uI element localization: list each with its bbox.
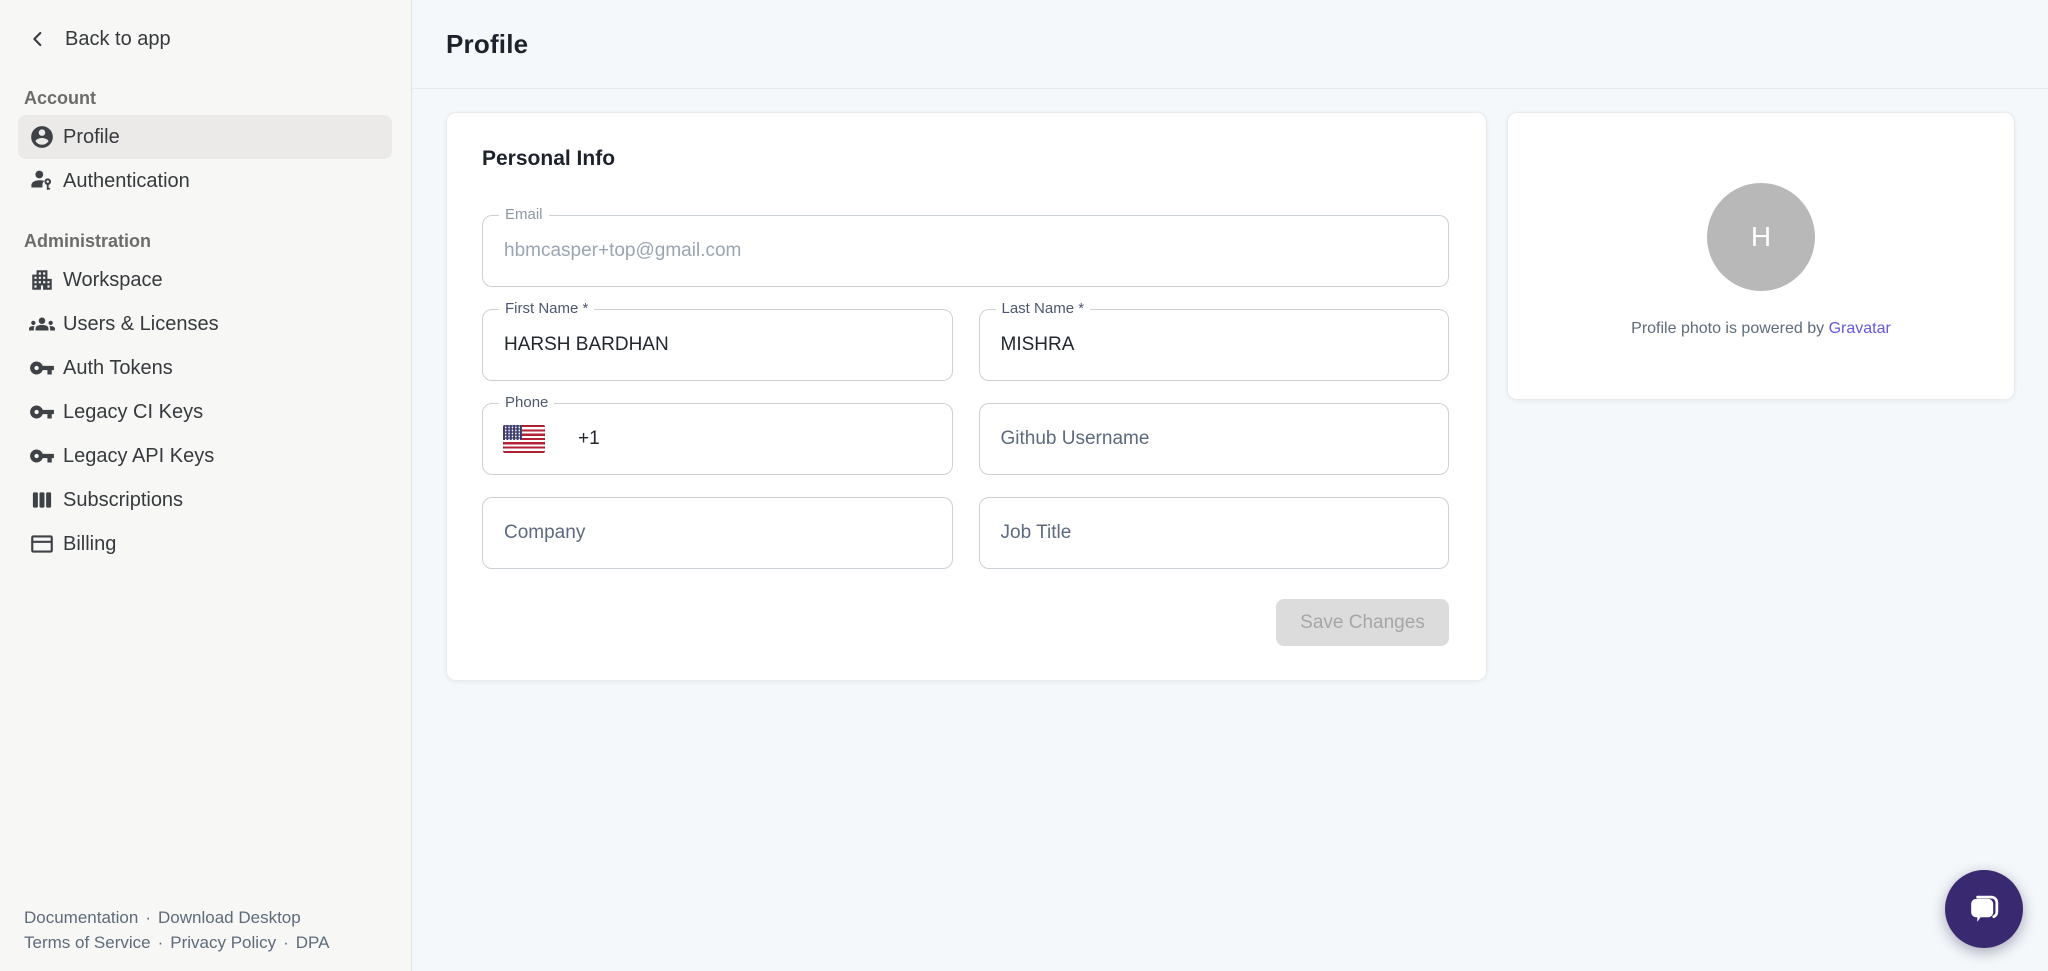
github-username-field[interactable] [979,403,1450,475]
page-header: Profile [412,0,2048,89]
back-to-app-button[interactable]: Back to app [0,24,411,54]
account-nav: Profile Authentication [0,115,411,203]
phone-field-container: Phone [482,403,953,475]
content-area: Personal Info Email First Name * Last Na… [412,89,2048,681]
github-username-field-container [979,403,1450,475]
company-field-container [482,497,953,569]
save-row: Save Changes [482,599,1449,646]
sidebar-item-label: Subscriptions [63,489,183,512]
key-icon [28,399,55,426]
chevron-left-icon [24,26,51,53]
administration-nav: Workspace Users & Licenses Auth Tokens L… [0,258,411,566]
sidebar-item-label: Legacy CI Keys [63,401,203,424]
passkey-icon [28,168,55,195]
sidebar-item-subscriptions[interactable]: Subscriptions [18,478,392,522]
footer-row-1: Documentation · Download Desktop [24,905,329,930]
app-window: Back to app Account Profile [0,0,2048,971]
download-desktop-link[interactable]: Download Desktop [158,908,301,927]
sidebar-item-label: Billing [63,533,116,556]
settings-sidebar: Back to app Account Profile [0,0,412,971]
sidebar-item-authentication[interactable]: Authentication [18,159,392,203]
sidebar-item-label: Authentication [63,170,190,193]
dot-separator: · [145,908,151,927]
footer-row-2: Terms of Service · Privacy Policy · DPA [24,930,329,955]
last-name-field-container: Last Name * [979,309,1450,381]
company-field[interactable] [482,497,953,569]
documentation-link[interactable]: Documentation [24,908,138,927]
dot-separator: · [158,933,164,952]
sidebar-item-label: Legacy API Keys [63,445,214,468]
section-header-account: Account [24,88,387,109]
main-content: Profile Personal Info Email First Name * [412,0,2048,971]
profile-photo-card: H Profile photo is powered by Gravatar [1507,112,2015,400]
sidebar-item-auth-tokens[interactable]: Auth Tokens [18,346,392,390]
photo-caption: Profile photo is powered by Gravatar [1631,320,1891,338]
sidebar-item-users-licenses[interactable]: Users & Licenses [18,302,392,346]
job-title-field-container [979,497,1450,569]
avatar: H [1707,183,1815,291]
sidebar-item-label: Users & Licenses [63,313,219,336]
phone-field[interactable] [482,403,953,475]
privacy-policy-link[interactable]: Privacy Policy [170,933,276,952]
back-to-app-label: Back to app [65,28,171,51]
sidebar-item-legacy-ci-keys[interactable]: Legacy CI Keys [18,390,392,434]
sidebar-item-legacy-api-keys[interactable]: Legacy API Keys [18,434,392,478]
email-field-container: Email [482,215,1449,287]
sidebar-item-label: Workspace [63,269,163,292]
terms-of-service-link[interactable]: Terms of Service [24,933,151,952]
people-group-icon [28,311,55,338]
first-name-field-container: First Name * [482,309,953,381]
us-flag-icon[interactable] [503,425,545,453]
key-icon [28,355,55,382]
page-title: Profile [446,29,528,60]
chat-launcher-button[interactable] [1945,870,2023,948]
first-name-field[interactable] [482,309,953,381]
save-changes-button[interactable]: Save Changes [1276,599,1449,646]
personal-info-card: Personal Info Email First Name * Last Na… [446,112,1487,681]
credit-card-icon [28,531,55,558]
last-name-field[interactable] [979,309,1450,381]
building-icon [28,267,55,294]
sidebar-item-label: Profile [63,126,120,149]
photo-caption-text: Profile photo is powered by [1631,320,1824,337]
section-header-administration: Administration [24,231,387,252]
key-icon [28,443,55,470]
chat-bubbles-icon [1962,887,2006,931]
gravatar-link[interactable]: Gravatar [1829,320,1891,337]
sidebar-footer: Documentation · Download Desktop Terms of … [24,905,329,955]
sidebar-item-billing[interactable]: Billing [18,522,392,566]
columns-icon [28,487,55,514]
job-title-field[interactable] [979,497,1450,569]
account-circle-icon [28,124,55,151]
sidebar-item-workspace[interactable]: Workspace [18,258,392,302]
dpa-link[interactable]: DPA [296,933,330,952]
email-field[interactable] [482,215,1449,287]
sidebar-item-profile[interactable]: Profile [18,115,392,159]
sidebar-item-label: Auth Tokens [63,357,173,380]
personal-info-title: Personal Info [482,147,1449,171]
dot-separator: · [283,933,289,952]
